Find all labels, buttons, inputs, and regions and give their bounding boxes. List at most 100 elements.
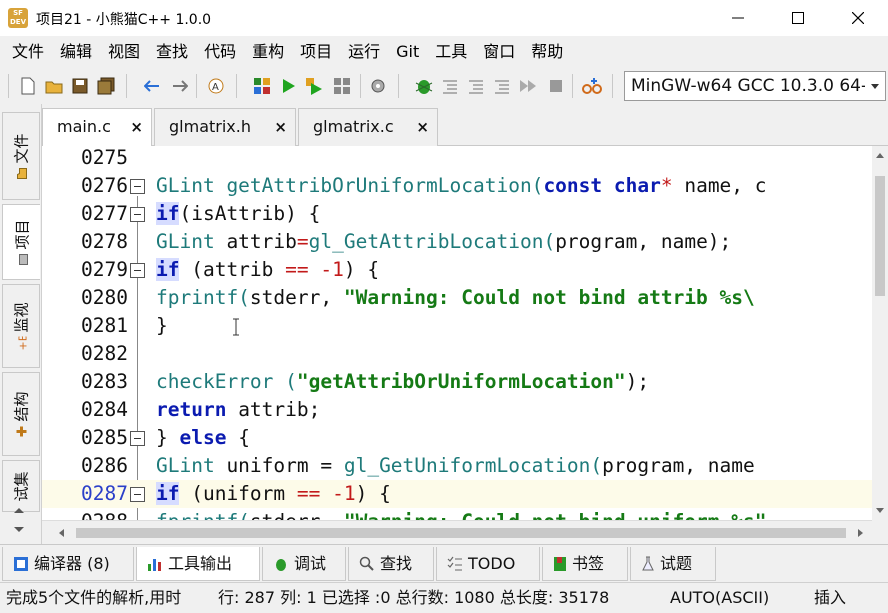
scroll-right-icon[interactable] (854, 521, 868, 545)
step-over-icon (443, 80, 457, 94)
debug-button[interactable] (414, 76, 434, 96)
continue-button[interactable] (518, 76, 538, 96)
tab-glmatrix-h[interactable]: glmatrix.h × (154, 108, 296, 146)
tab-problems[interactable]: 试题 (630, 547, 716, 581)
code-line: 0288 fprintf(stderr, "Warning: Could not… (42, 508, 872, 520)
scroll-up-icon[interactable] (12, 504, 26, 519)
compile-button[interactable] (252, 76, 272, 96)
maximize-button[interactable] (768, 0, 828, 36)
code-text: checkError ("getAttribOrUniformLocation"… (156, 370, 650, 393)
scroll-left-icon[interactable] (54, 521, 68, 545)
code-line-current: 0287 if (uniform == -1) { (42, 480, 872, 508)
code-editor[interactable]: 0275 0276 GLint getAttribOrUniformLocati… (42, 146, 872, 520)
vertical-scrollbar[interactable] (872, 146, 888, 520)
tab-compiler[interactable]: 编译器 (8) (2, 547, 134, 581)
step-over-button[interactable] (440, 76, 460, 96)
save-all-icon (97, 77, 115, 95)
close-button[interactable] (828, 0, 888, 36)
cursor-position: 行: 287 列: 1 已选择 :0 总行数: 1080 总长度: 35178 (218, 588, 610, 607)
forward-button[interactable] (170, 76, 190, 96)
open-folder-icon (45, 81, 63, 94)
new-file-button[interactable] (18, 76, 38, 96)
tab-label: glmatrix.c (313, 117, 394, 136)
menu-refactor[interactable]: 重构 (244, 36, 292, 68)
save-button[interactable] (70, 76, 90, 96)
horizontal-scrollbar[interactable] (42, 520, 872, 544)
folder-icon (16, 167, 27, 179)
stop-button[interactable] (546, 76, 566, 96)
save-all-button[interactable] (96, 76, 116, 96)
close-tab-icon[interactable]: × (416, 109, 429, 145)
dock-tab-watch[interactable]: +B 监视 (2, 284, 40, 368)
code-line: 0276 GLint getAttribOrUniformLocation(co… (42, 172, 872, 200)
dock-tab-label: 结构 (12, 390, 31, 422)
code-text: if (uniform == -1) { (156, 482, 391, 505)
dock-tab-structure[interactable]: 结构 (2, 372, 40, 456)
menu-help[interactable]: 帮助 (523, 36, 571, 68)
toolbar-separator (126, 74, 127, 98)
dock-tab-label: 文件 (12, 132, 31, 164)
line-number: 0286 (81, 454, 128, 477)
back-button[interactable] (142, 76, 162, 96)
tab-label: 编译器 (8) (34, 553, 110, 573)
vertical-scroll-thumb[interactable] (875, 176, 885, 296)
code-text: return attrib; (156, 398, 321, 421)
tab-main-c[interactable]: main.c × (42, 108, 152, 147)
fold-toggle-icon[interactable] (130, 487, 145, 502)
line-number: 0277 (81, 202, 128, 225)
tab-bookmarks[interactable]: 书签 (542, 547, 628, 581)
code-text: GLint uniform = gl_GetUniformLocation(pr… (156, 454, 755, 477)
window-title: 项目21 - 小熊猫C++ 1.0.0 (36, 12, 212, 28)
tab-todo[interactable]: TODO (436, 547, 540, 581)
menu-git[interactable]: Git (388, 36, 427, 68)
run-button[interactable] (278, 76, 298, 96)
dock-tab-project[interactable]: 项目 (2, 204, 40, 280)
open-file-button[interactable] (44, 76, 64, 96)
menu-file[interactable]: 文件 (4, 36, 52, 68)
tab-glmatrix-c[interactable]: glmatrix.c × (298, 108, 438, 146)
menu-view[interactable]: 视图 (100, 36, 148, 68)
scroll-up-icon[interactable] (872, 148, 888, 162)
fold-toggle-icon[interactable] (130, 431, 145, 446)
structure-icon (16, 426, 27, 437)
step-into-icon (469, 80, 483, 94)
line-number: 0283 (81, 370, 128, 393)
rebuild-button[interactable] (332, 76, 352, 96)
menu-run[interactable]: 运行 (340, 36, 388, 68)
scroll-down-icon[interactable] (872, 504, 888, 518)
step-into-button[interactable] (466, 76, 486, 96)
code-line: 0275 (42, 146, 872, 172)
menu-tools[interactable]: 工具 (427, 36, 475, 68)
scroll-down-icon[interactable] (12, 524, 26, 539)
format-code-button[interactable]: A (206, 76, 226, 96)
line-number: 0282 (81, 342, 128, 365)
menu-edit[interactable]: 编辑 (52, 36, 100, 68)
horizontal-scroll-thumb[interactable] (76, 528, 846, 538)
code-line: 0286 GLint uniform = gl_GetUniformLocati… (42, 452, 872, 480)
dock-tab-label: 项目 (13, 218, 32, 250)
line-number: 0276 (81, 174, 128, 197)
close-icon (852, 12, 864, 24)
compile-icon (254, 78, 270, 94)
code-line: 0285 } else { (42, 424, 872, 452)
step-out-button[interactable] (492, 76, 512, 96)
tab-debug[interactable]: 调试 (262, 547, 346, 581)
tab-find[interactable]: 查找 (348, 547, 434, 581)
options-button[interactable] (368, 76, 388, 96)
close-tab-icon[interactable]: × (130, 109, 143, 145)
dock-tab-files[interactable]: 文件 (2, 112, 40, 200)
fold-toggle-icon[interactable] (130, 179, 145, 194)
fold-toggle-icon[interactable] (130, 263, 145, 278)
menu-project[interactable]: 项目 (292, 36, 340, 68)
minimize-button[interactable] (708, 0, 768, 36)
compile-run-button[interactable] (304, 76, 324, 96)
add-watch-button[interactable] (582, 76, 602, 96)
svg-text:+B: +B (16, 336, 27, 350)
menu-code[interactable]: 代码 (196, 36, 244, 68)
close-tab-icon[interactable]: × (274, 109, 287, 145)
menu-window[interactable]: 窗口 (475, 36, 523, 68)
menu-search[interactable]: 查找 (148, 36, 196, 68)
tab-tool-output[interactable]: 工具输出 (136, 547, 260, 581)
fold-toggle-icon[interactable] (130, 207, 145, 222)
compiler-select[interactable]: MinGW-w64 GCC 10.3.0 64-bit Release (624, 71, 886, 101)
